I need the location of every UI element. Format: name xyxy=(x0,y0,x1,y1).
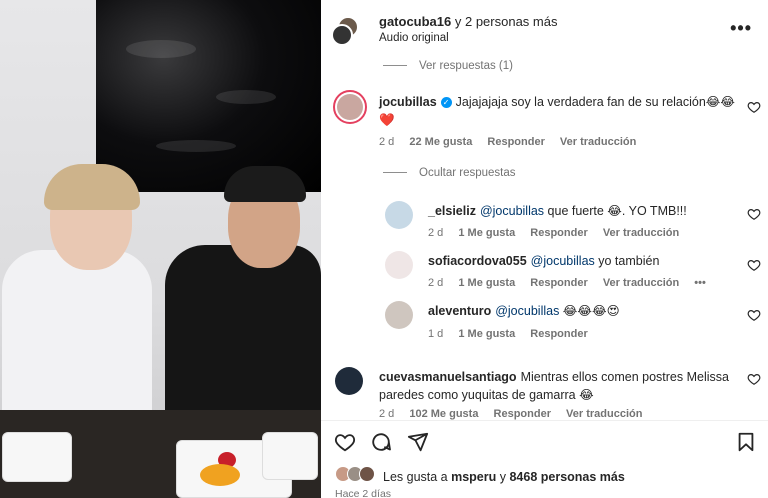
comment-meta: 2 d 1 Me gusta Responder Ver traducción xyxy=(428,227,691,239)
avatar[interactable] xyxy=(335,367,363,395)
comment-meta: 1 d 1 Me gusta Responder xyxy=(428,328,600,340)
more-options-icon[interactable]: ••• xyxy=(694,277,706,289)
view-replies-button[interactable]: Ver respuestas (1) xyxy=(383,60,513,72)
avatar[interactable] xyxy=(385,201,413,229)
food-container xyxy=(2,432,72,482)
comment-time[interactable]: 1 d xyxy=(428,328,443,340)
avatar xyxy=(359,466,375,482)
reply-button[interactable]: Responder xyxy=(530,227,587,239)
heart-icon[interactable] xyxy=(747,100,761,114)
bookmark-icon[interactable] xyxy=(735,431,757,453)
post-header: gatocuba16 y 2 personas más Audio origin… xyxy=(321,0,768,60)
likes-count[interactable]: 8468 personas más xyxy=(509,470,624,484)
comment-time[interactable]: 2 d xyxy=(379,408,394,420)
heart-icon[interactable] xyxy=(747,258,761,272)
avatar[interactable] xyxy=(331,24,353,46)
comment-likes[interactable]: 102 Me gusta xyxy=(409,408,478,420)
translate-button[interactable]: Ver traducción xyxy=(603,227,679,239)
comment-meta: 2 d 1 Me gusta Responder Ver traducción … xyxy=(428,277,718,289)
post-time[interactable]: Hace 2 días xyxy=(335,488,391,498)
man-hair xyxy=(224,166,306,202)
verified-icon: ✓ xyxy=(440,97,452,108)
comment-text: yo también xyxy=(594,254,660,268)
audio-label[interactable]: Audio original xyxy=(379,32,449,44)
likes-summary: Les gusta a msperu y 8468 personas más xyxy=(383,470,625,484)
translate-button[interactable]: Ver traducción xyxy=(560,136,636,148)
heart-icon[interactable] xyxy=(747,372,761,386)
action-bar xyxy=(321,420,768,460)
heart-icon[interactable] xyxy=(747,308,761,322)
comment-time[interactable]: 2 d xyxy=(379,136,394,148)
reply-button[interactable]: Responder xyxy=(494,408,551,420)
black-sculpture xyxy=(96,0,321,192)
comment-likes[interactable]: 22 Me gusta xyxy=(409,136,472,148)
avatar[interactable] xyxy=(385,251,413,279)
reply-button[interactable]: Responder xyxy=(487,136,544,148)
comment-text: 😂😂😂😍 xyxy=(559,304,620,318)
translate-button[interactable]: Ver traducción xyxy=(603,277,679,289)
heart-icon[interactable] xyxy=(747,207,761,221)
comment-meta: 2 d 22 Me gusta Responder Ver traducción xyxy=(379,136,648,148)
comment-text: ❤️ xyxy=(379,113,395,127)
man-figure xyxy=(165,245,321,425)
hide-replies-button[interactable]: Ocultar respuestas xyxy=(383,167,516,179)
mention-link[interactable]: @jocubillas xyxy=(531,254,595,268)
avatar[interactable] xyxy=(385,301,413,329)
comment-username[interactable]: _elsieliz xyxy=(428,204,476,218)
post-authors[interactable]: gatocuba16 y 2 personas más xyxy=(379,14,557,29)
avatar[interactable] xyxy=(333,90,367,124)
comment-username[interactable]: sofiacordova055 xyxy=(428,254,527,268)
author-username[interactable]: gatocuba16 xyxy=(379,14,451,29)
more-options-icon[interactable]: ••• xyxy=(730,18,752,39)
liker-username[interactable]: msperu xyxy=(451,470,496,484)
divider xyxy=(383,65,407,67)
divider xyxy=(383,172,407,174)
comments-panel: gatocuba16 y 2 personas más Audio origin… xyxy=(321,0,768,498)
mention-link[interactable]: @jocubillas xyxy=(495,304,559,318)
heart-icon[interactable] xyxy=(334,431,356,453)
comment-text: Jajajajaja soy la verdadera fan de su re… xyxy=(455,95,736,109)
mention-link[interactable]: @jocubillas xyxy=(480,204,544,218)
post-media[interactable] xyxy=(0,0,321,498)
food-container xyxy=(262,432,318,480)
author-others[interactable]: y 2 personas más xyxy=(455,14,558,29)
comment-icon[interactable] xyxy=(370,431,392,453)
share-icon[interactable] xyxy=(407,431,429,453)
comment-username[interactable]: jocubillas xyxy=(379,95,437,109)
comment-likes[interactable]: 1 Me gusta xyxy=(458,277,515,289)
reply-button[interactable]: Responder xyxy=(530,277,587,289)
comment-username[interactable]: cuevasmanuelsantiago xyxy=(379,370,517,384)
translate-button[interactable]: Ver traducción xyxy=(566,408,642,420)
comment-text: que fuerte 😂. YO TMB!!! xyxy=(544,204,687,218)
comment-time[interactable]: 2 d xyxy=(428,277,443,289)
comment-likes[interactable]: 1 Me gusta xyxy=(458,328,515,340)
comment-meta: 2 d 102 Me gusta Responder Ver traducció… xyxy=(379,408,654,420)
comment-username[interactable]: aleventuro xyxy=(428,304,491,318)
comment-likes[interactable]: 1 Me gusta xyxy=(458,227,515,239)
reply-button[interactable]: Responder xyxy=(530,328,587,340)
comment-time[interactable]: 2 d xyxy=(428,227,443,239)
mango xyxy=(200,464,240,486)
